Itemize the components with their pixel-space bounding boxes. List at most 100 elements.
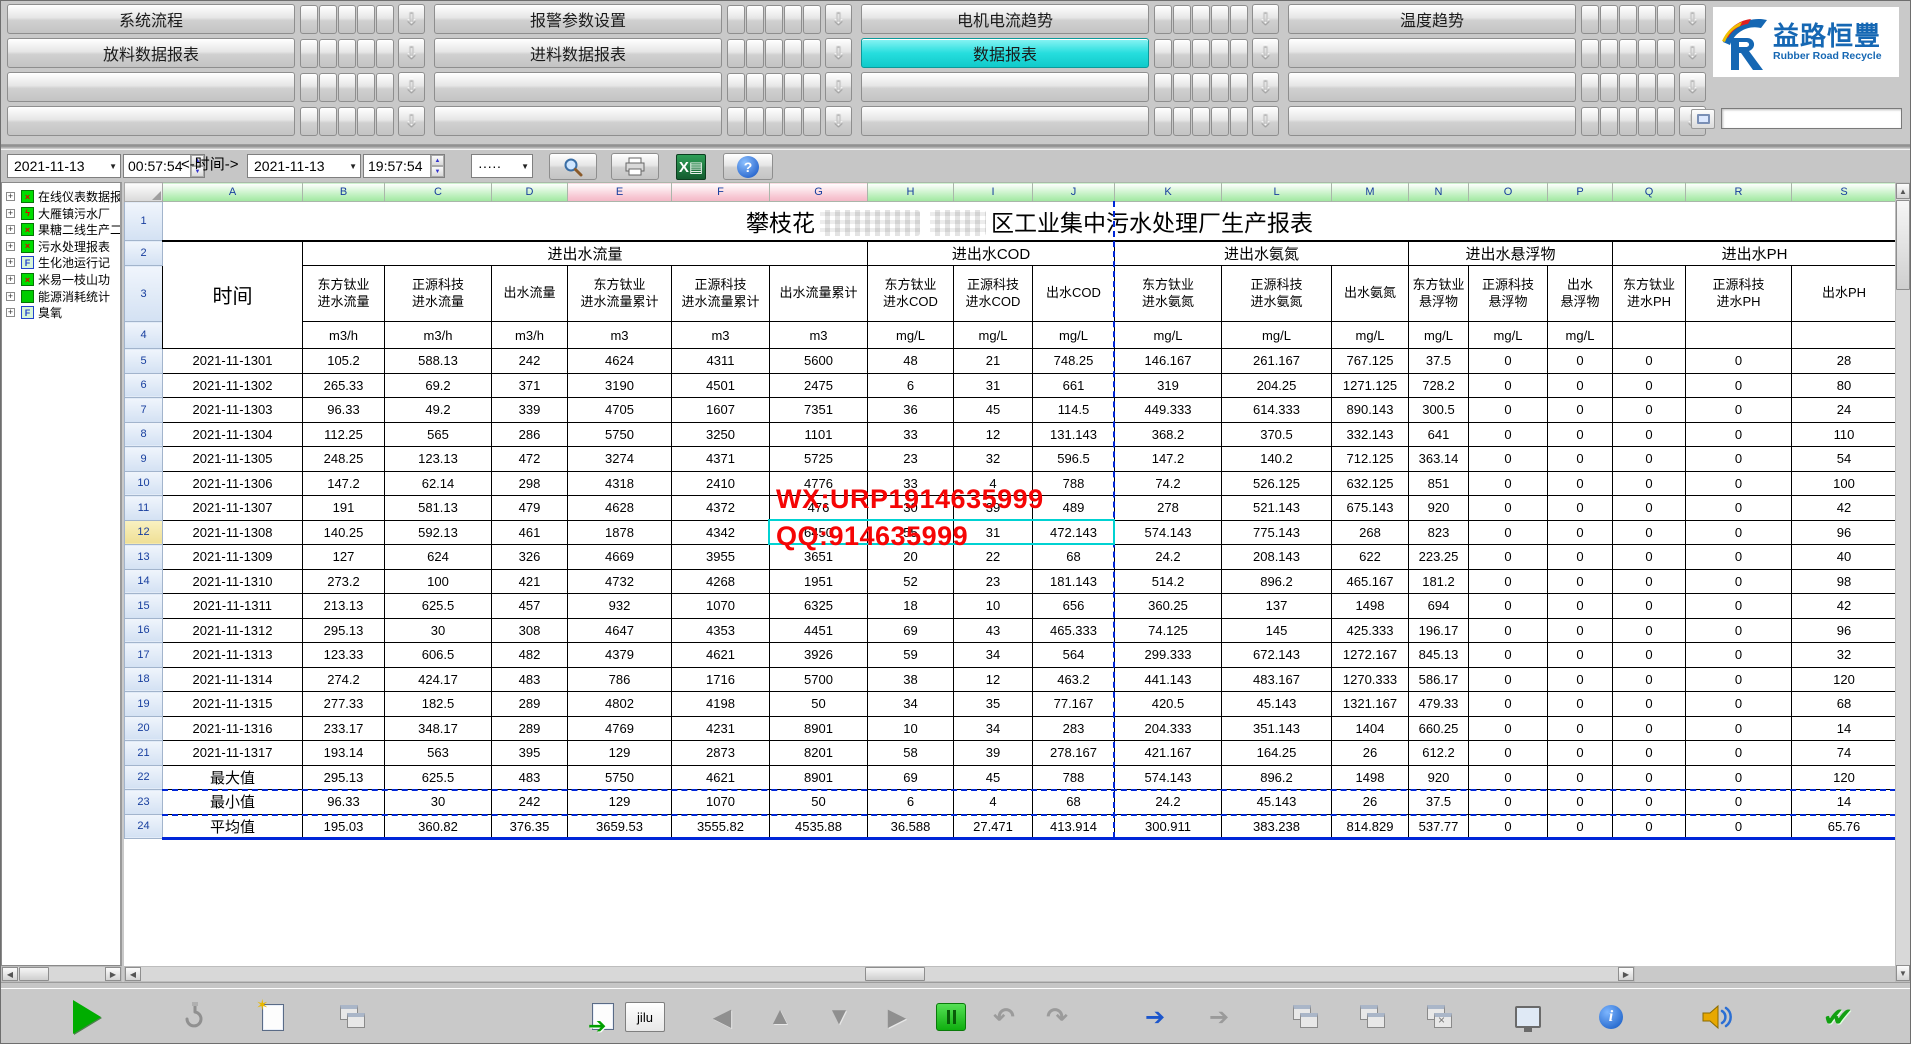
tree-expand-icon[interactable]: +	[6, 225, 15, 234]
row-header-24[interactable]: 24	[125, 814, 163, 839]
cell-B9[interactable]: 248.25	[303, 447, 385, 472]
cell-H23[interactable]: 6	[868, 790, 954, 815]
row-header-7[interactable]: 7	[125, 398, 163, 423]
cell-S15[interactable]: 42	[1792, 594, 1896, 619]
cell-A17[interactable]: 2021-11-1313	[163, 643, 303, 668]
cell-J17[interactable]: 564	[1033, 643, 1115, 668]
measure-header-J[interactable]: 出水COD	[1033, 266, 1115, 322]
nav-segment-button[interactable]	[1619, 5, 1637, 34]
cell-J8[interactable]: 131.143	[1033, 422, 1115, 447]
windows-save-button[interactable]	[1349, 994, 1397, 1040]
cell-A19[interactable]: 2021-11-1315	[163, 692, 303, 717]
cell-E22[interactable]: 5750	[568, 765, 672, 790]
cell-L14[interactable]: 896.2	[1222, 569, 1332, 594]
cell-Q20[interactable]: 0	[1613, 716, 1686, 741]
cell-F23[interactable]: 1070	[672, 790, 770, 815]
cell-M7[interactable]: 890.143	[1332, 398, 1409, 423]
nav-segment-button[interactable]	[338, 39, 356, 68]
cell-C20[interactable]: 348.17	[385, 716, 492, 741]
cell-A14[interactable]: 2021-11-1310	[163, 569, 303, 594]
cell-A9[interactable]: 2021-11-1305	[163, 447, 303, 472]
nav-segment-button[interactable]	[746, 5, 764, 34]
nav-segment-button[interactable]	[803, 73, 821, 102]
cell-G19[interactable]: 50	[770, 692, 868, 717]
nav-segment-button[interactable]	[765, 107, 783, 136]
cell-B6[interactable]: 265.33	[303, 373, 385, 398]
nav-segment-button[interactable]	[784, 73, 802, 102]
scroll-thumb[interactable]	[19, 967, 49, 981]
nav-segment-button[interactable]	[1638, 73, 1656, 102]
nav-button-c4-r2[interactable]	[1288, 38, 1576, 68]
cell-G15[interactable]: 6325	[770, 594, 868, 619]
group-header-5[interactable]: 进出水PH	[1613, 241, 1896, 266]
scroll-right-button[interactable]: ▶	[105, 967, 121, 981]
unit-cell-B[interactable]: m3/h	[303, 322, 385, 349]
cell-K10[interactable]: 74.2	[1115, 471, 1222, 496]
cell-K5[interactable]: 146.167	[1115, 349, 1222, 374]
cell-G20[interactable]: 8901	[770, 716, 868, 741]
cell-Q7[interactable]: 0	[1613, 398, 1686, 423]
cell-I7[interactable]: 45	[954, 398, 1033, 423]
cell-R12[interactable]: 0	[1686, 520, 1792, 545]
cell-B14[interactable]: 273.2	[303, 569, 385, 594]
cell-P22[interactable]: 0	[1548, 765, 1613, 790]
cell-N24[interactable]: 537.77	[1409, 814, 1469, 839]
cell-Q12[interactable]: 0	[1613, 520, 1686, 545]
unit-cell-Q[interactable]	[1613, 322, 1686, 349]
start-date-select[interactable]: 2021-11-13▼	[7, 154, 121, 178]
cell-A18[interactable]: 2021-11-1314	[163, 667, 303, 692]
unit-cell-H[interactable]: mg/L	[868, 322, 954, 349]
cell-H6[interactable]: 6	[868, 373, 954, 398]
nav-segment-button[interactable]	[376, 73, 394, 102]
cell-M15[interactable]: 1498	[1332, 594, 1409, 619]
cell-D5[interactable]: 242	[492, 349, 568, 374]
confirm-button[interactable]: ✔✔	[1814, 994, 1862, 1040]
row-header-15[interactable]: 15	[125, 594, 163, 619]
cell-D19[interactable]: 289	[492, 692, 568, 717]
unit-cell-I[interactable]: mg/L	[954, 322, 1033, 349]
col-header-S[interactable]: S	[1792, 183, 1896, 202]
cell-L10[interactable]: 526.125	[1222, 471, 1332, 496]
cell-A16[interactable]: 2021-11-1312	[163, 618, 303, 643]
cell-G16[interactable]: 4451	[770, 618, 868, 643]
cell-P24[interactable]: 0	[1548, 814, 1613, 839]
cell-E17[interactable]: 4379	[568, 643, 672, 668]
cell-G17[interactable]: 3926	[770, 643, 868, 668]
cell-O18[interactable]: 0	[1469, 667, 1548, 692]
nav-segment-button[interactable]	[746, 73, 764, 102]
cell-E18[interactable]: 786	[568, 667, 672, 692]
nav-dropdown-arrow-icon[interactable]: ⇩	[398, 72, 425, 102]
cell-P18[interactable]: 0	[1548, 667, 1613, 692]
cell-I23[interactable]: 4	[954, 790, 1033, 815]
nav-dropdown-arrow-icon[interactable]: ⇩	[825, 72, 852, 102]
col-header-Q[interactable]: Q	[1613, 183, 1686, 202]
nav-segment-button[interactable]	[1581, 5, 1599, 34]
cell-M14[interactable]: 465.167	[1332, 569, 1409, 594]
row-header-21[interactable]: 21	[125, 741, 163, 766]
measure-header-M[interactable]: 出水氨氮	[1332, 266, 1409, 322]
cell-H14[interactable]: 52	[868, 569, 954, 594]
cell-P11[interactable]: 0	[1548, 496, 1613, 521]
monitor-button[interactable]	[1504, 994, 1552, 1040]
cell-N16[interactable]: 196.17	[1409, 618, 1469, 643]
cell-I6[interactable]: 31	[954, 373, 1033, 398]
cell-B15[interactable]: 213.13	[303, 594, 385, 619]
nav-segment-button[interactable]	[1600, 73, 1618, 102]
cell-F11[interactable]: 4372	[672, 496, 770, 521]
nav-button-c3-r4[interactable]	[861, 106, 1149, 136]
cell-Q9[interactable]: 0	[1613, 447, 1686, 472]
unit-cell-F[interactable]: m3	[672, 322, 770, 349]
unit-cell-L[interactable]: mg/L	[1222, 322, 1332, 349]
nav-left-button[interactable]: ◀	[698, 994, 746, 1040]
row-header-5[interactable]: 5	[125, 349, 163, 374]
cell-S23[interactable]: 14	[1792, 790, 1896, 815]
cell-O8[interactable]: 0	[1469, 422, 1548, 447]
col-header-G[interactable]: G	[770, 183, 868, 202]
cell-P16[interactable]: 0	[1548, 618, 1613, 643]
cell-M16[interactable]: 425.333	[1332, 618, 1409, 643]
cell-K21[interactable]: 421.167	[1115, 741, 1222, 766]
cell-I19[interactable]: 35	[954, 692, 1033, 717]
col-header-F[interactable]: F	[672, 183, 770, 202]
cell-S22[interactable]: 120	[1792, 765, 1896, 790]
cell-K24[interactable]: 300.911	[1115, 814, 1222, 839]
